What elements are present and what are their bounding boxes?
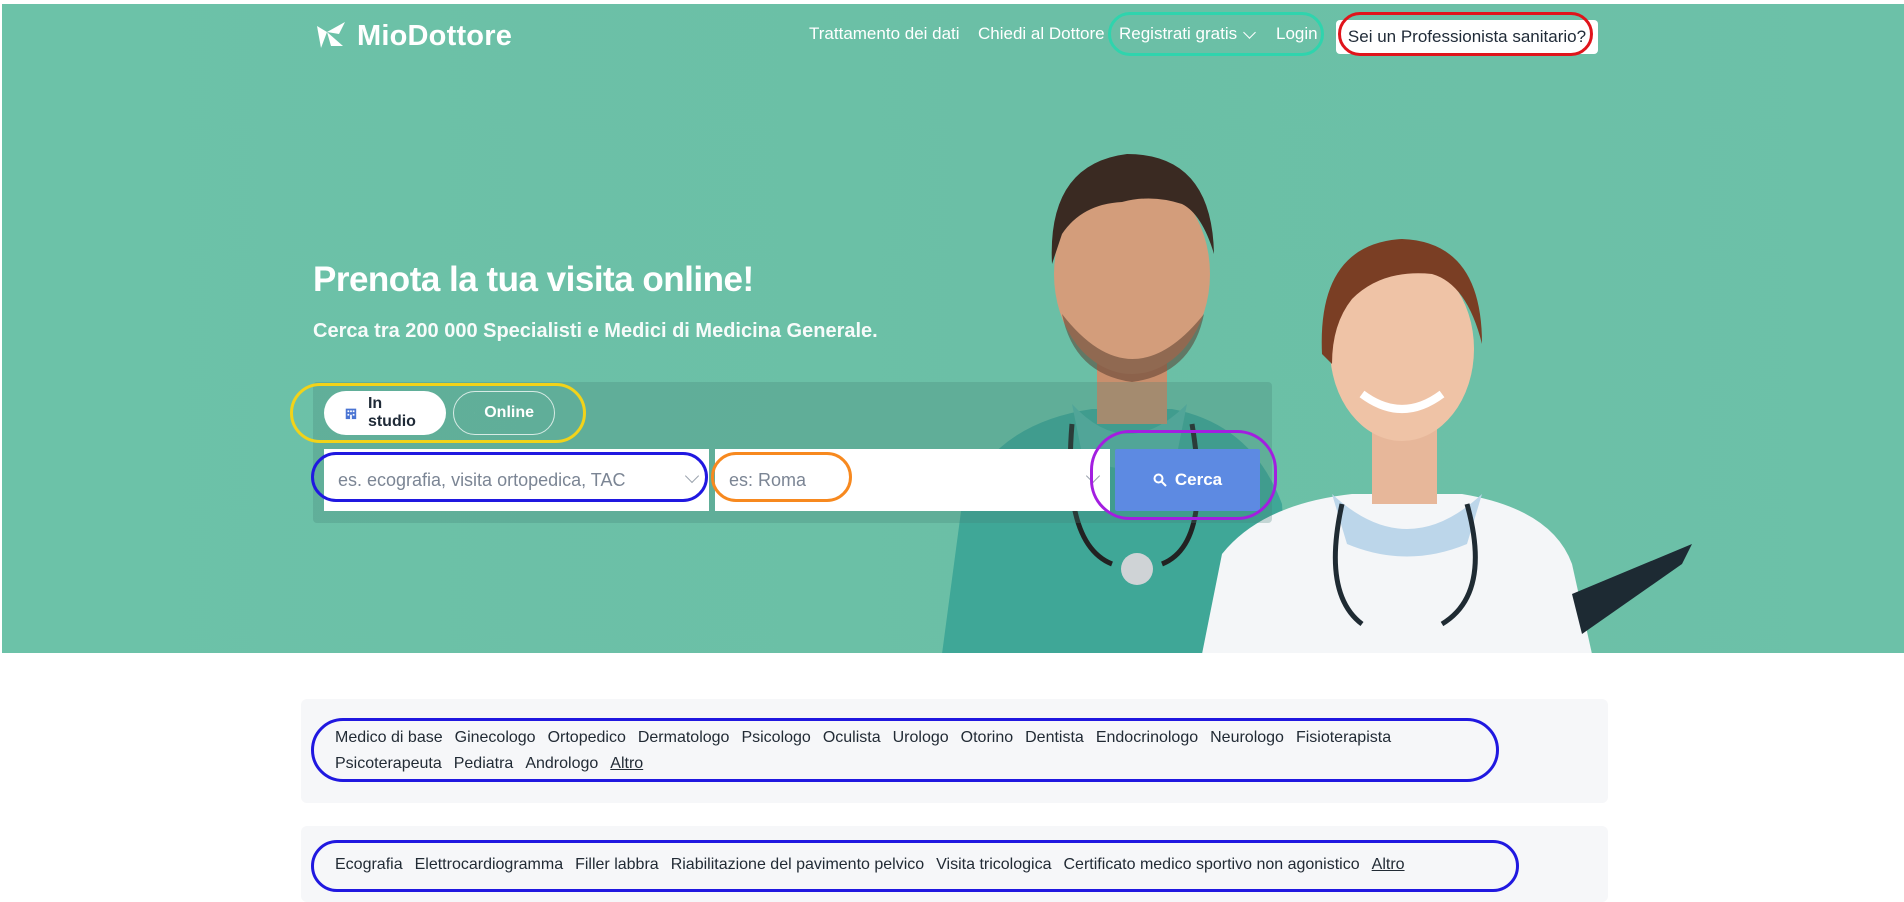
specialty-link[interactable]: Ginecologo bbox=[455, 729, 536, 747]
specialties-row-1: Medico di base Ginecologo Ortopedico Der… bbox=[335, 729, 1391, 747]
chevron-down-icon bbox=[1085, 468, 1101, 484]
service-link[interactable]: Certificato medico sportivo non agonisti… bbox=[1063, 856, 1359, 874]
specialty-link[interactable]: Otorino bbox=[961, 729, 1013, 747]
specialty-link[interactable]: Medico di base bbox=[335, 729, 443, 747]
nav-chiedi-dottore[interactable]: Chiedi al Dottore bbox=[978, 24, 1105, 44]
specialty-link[interactable]: Psicoterapeuta bbox=[335, 755, 442, 773]
chevron-down-icon bbox=[684, 468, 700, 484]
hero-title: Prenota la tua visita online! bbox=[313, 260, 754, 299]
specialties-row-2: Psicoterapeuta Pediatra Andrologo Altro bbox=[335, 755, 643, 773]
brand-logo[interactable]: MioDottore bbox=[313, 18, 512, 54]
location-placeholder: es: Roma bbox=[729, 469, 807, 490]
specialty-link[interactable]: Andrologo bbox=[525, 755, 598, 773]
nav-login[interactable]: Login bbox=[1276, 24, 1318, 44]
specialty-link[interactable]: Oculista bbox=[823, 729, 881, 747]
specialties-section: Medico di base Ginecologo Ortopedico Der… bbox=[301, 699, 1608, 803]
specialty-link[interactable]: Neurologo bbox=[1210, 729, 1284, 747]
services-row: Ecografia Elettrocardiogramma Filler lab… bbox=[335, 856, 1405, 874]
brand-name: MioDottore bbox=[357, 19, 513, 52]
location-input[interactable]: es: Roma bbox=[715, 449, 1110, 511]
hero-subtitle: Cerca tra 200 000 Specialisti e Medici d… bbox=[313, 320, 878, 342]
specialty-link[interactable]: Pediatra bbox=[454, 755, 514, 773]
tab-in-studio-label: In studio bbox=[367, 395, 416, 430]
professionista-button[interactable]: Sei un Professionista sanitario? bbox=[1336, 20, 1598, 54]
search-icon bbox=[1153, 473, 1167, 487]
hero-banner: MioDottore Trattamento dei dati Chiedi a… bbox=[2, 4, 1904, 653]
specialty-search-placeholder: es. ecografia, visita ortopedica, TAC bbox=[338, 469, 626, 490]
services-section: Ecografia Elettrocardiogramma Filler lab… bbox=[301, 826, 1608, 902]
service-link[interactable]: Elettrocardiogramma bbox=[415, 856, 564, 874]
specialty-link[interactable]: Dentista bbox=[1025, 729, 1084, 747]
specialty-link[interactable]: Urologo bbox=[893, 729, 949, 747]
chevron-down-icon bbox=[1243, 25, 1256, 39]
building-icon bbox=[345, 408, 357, 420]
tab-in-studio[interactable]: In studio bbox=[324, 391, 446, 435]
specialty-link[interactable]: Endocrinologo bbox=[1096, 729, 1198, 747]
services-more-link[interactable]: Altro bbox=[1372, 856, 1405, 874]
registrati-label: Registrati gratis bbox=[1119, 24, 1238, 43]
specialty-search-input[interactable]: es. ecografia, visita ortopedica, TAC bbox=[324, 449, 709, 511]
search-button[interactable]: Cerca bbox=[1115, 449, 1260, 511]
tab-online[interactable]: Online bbox=[453, 391, 555, 435]
service-link[interactable]: Ecografia bbox=[335, 856, 403, 874]
logo-icon bbox=[313, 18, 349, 54]
specialty-link[interactable]: Ortopedico bbox=[548, 729, 626, 747]
service-link[interactable]: Filler labbra bbox=[575, 856, 659, 874]
service-link[interactable]: Visita tricologica bbox=[936, 856, 1051, 874]
specialty-link[interactable]: Fisioterapista bbox=[1296, 729, 1391, 747]
nav-registrati-dropdown[interactable]: Registrati gratis bbox=[1119, 24, 1256, 44]
service-link[interactable]: Riabilitazione del pavimento pelvico bbox=[671, 856, 924, 874]
specialty-link[interactable]: Psicologo bbox=[741, 729, 810, 747]
tab-online-label: Online bbox=[484, 404, 534, 421]
specialties-more-link[interactable]: Altro bbox=[610, 755, 643, 773]
nav-trattamento-dati[interactable]: Trattamento dei dati bbox=[809, 24, 960, 44]
specialty-link[interactable]: Dermatologo bbox=[638, 729, 730, 747]
search-button-label: Cerca bbox=[1174, 470, 1223, 489]
